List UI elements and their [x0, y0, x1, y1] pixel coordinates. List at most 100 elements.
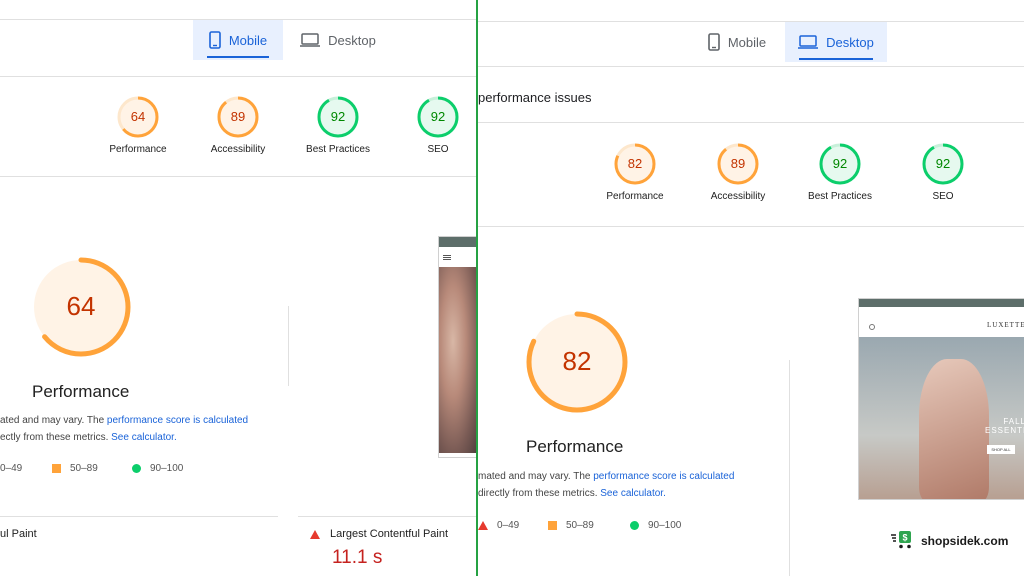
phone-icon: [708, 33, 720, 51]
performance-score-value: 82: [562, 346, 592, 376]
performance-score-value: 64: [66, 291, 96, 321]
tab-mobile[interactable]: Mobile: [193, 20, 283, 60]
performance-title: Performance: [32, 382, 130, 401]
score-label: Performance: [109, 144, 167, 155]
score-label: Accessibility: [710, 191, 766, 202]
circle-icon: [132, 464, 141, 473]
score-best-practices[interactable]: 92 Best Practices: [298, 96, 378, 155]
scores-divider: [0, 176, 476, 177]
score-legend: 0–49 50–89 90–100: [478, 520, 681, 531]
legend-fail: 0–49: [0, 463, 52, 474]
fail-triangle-icon: [310, 530, 320, 539]
monitor-icon: [798, 35, 819, 49]
legend-fail-label: 0–49: [497, 520, 520, 531]
gauge-divider: [288, 306, 289, 386]
tabs-divider: [0, 76, 476, 77]
tab-desktop[interactable]: Desktop: [288, 20, 388, 60]
desktop-report-panel: Mobile Desktop performance issues 82 Per…: [478, 0, 1024, 576]
shopping-cart-icon: $: [891, 529, 915, 552]
desc-text: ectly from these metrics.: [0, 432, 112, 443]
performance-title: Performance: [526, 437, 624, 456]
svg-text:$: $: [902, 533, 907, 543]
legend-pass-label: 90–100: [648, 520, 682, 531]
menu-icon: [443, 255, 451, 256]
legend-pass: 90–100: [630, 520, 681, 531]
circle-icon: [630, 521, 639, 530]
score-best-practices[interactable]: 92 Best Practices: [800, 143, 880, 202]
scores-divider: [478, 226, 1024, 227]
metrics-divider-left: [0, 516, 278, 517]
score-label: SEO: [932, 191, 954, 202]
metric-value-lcp: 11.1 s: [332, 547, 383, 568]
brand-name: shopsidek.com: [921, 533, 1009, 548]
hero-text: FALL ESSENTIALS: [985, 417, 1024, 435]
announcement-bar: [859, 299, 1024, 307]
search-icon: [869, 324, 875, 330]
tab-desktop[interactable]: Desktop: [785, 22, 887, 62]
score-accessibility[interactable]: 89 Accessibility: [198, 96, 278, 155]
legend-pass-label: 90–100: [150, 463, 184, 474]
site-header: LUXETTE: [863, 311, 1024, 333]
hero-figure: [919, 359, 989, 499]
store-name: LUXETTE: [987, 321, 1024, 329]
active-tab-indicator: [799, 58, 873, 60]
score-seo[interactable]: 92 SEO: [903, 143, 983, 202]
announcement-bar: [439, 237, 476, 247]
see-calculator-link[interactable]: See calculator.: [600, 488, 666, 499]
score-value: 92: [832, 156, 848, 171]
score-label: Best Practices: [808, 191, 872, 202]
legend-average: 50–89: [548, 520, 630, 531]
tab-mobile-label: Mobile: [727, 34, 767, 50]
hero-title: FALL: [1003, 417, 1024, 426]
gauge-divider: [789, 360, 790, 576]
legend-average: 50–89: [52, 463, 132, 474]
metrics-divider-right: [298, 516, 476, 517]
score-description: ated and may vary. The performance score…: [0, 412, 248, 446]
score-performance[interactable]: 82 Performance: [595, 143, 675, 202]
legend-pass: 90–100: [132, 463, 183, 474]
hero-image: [439, 267, 476, 453]
performance-score-link[interactable]: performance score is calculated: [107, 415, 248, 426]
square-icon: [548, 521, 557, 530]
triangle-icon: [478, 521, 488, 530]
desc-text: ated and may vary. The: [0, 415, 107, 426]
page-screenshot-thumbnail[interactable]: LUXETTE FALL ESSENTIALS SHOP ALL: [858, 298, 1024, 500]
tab-desktop-label: Desktop: [826, 34, 874, 50]
legend-fail: 0–49: [478, 520, 548, 531]
performance-score-link[interactable]: performance score is calculated: [593, 471, 734, 482]
score-value: 92: [935, 156, 951, 171]
score-accessibility[interactable]: 89 Accessibility: [698, 143, 778, 202]
score-value: 89: [230, 109, 246, 124]
section-title: performance issues: [478, 90, 592, 105]
score-value: 92: [430, 109, 446, 124]
metric-label-fcp: ul Paint: [0, 528, 37, 540]
page-screenshot-thumbnail[interactable]: [438, 236, 476, 458]
legend-average-label: 50–89: [70, 463, 98, 474]
monitor-icon: [300, 33, 321, 47]
score-label: SEO: [427, 144, 449, 155]
metric-label-lcp: Largest Contentful Paint: [330, 528, 449, 540]
mobile-report-panel: Mobile Desktop 64 Performance 89 Accessi…: [0, 0, 476, 576]
desc-text: directly from these metrics.: [478, 488, 601, 499]
see-calculator-link[interactable]: See calculator.: [111, 432, 177, 443]
score-value: 92: [330, 109, 346, 124]
tab-mobile[interactable]: Mobile: [690, 22, 784, 62]
section-divider: [478, 122, 1024, 123]
tab-desktop-label: Desktop: [328, 32, 376, 48]
score-label: Performance: [606, 191, 664, 202]
score-value: 82: [627, 156, 643, 171]
score-value: 64: [130, 109, 146, 124]
score-seo[interactable]: 92 SEO: [398, 96, 476, 155]
score-label: Best Practices: [306, 144, 370, 155]
performance-gauge: 64: [30, 256, 132, 358]
shopsidek-watermark: $ shopsidek.com: [891, 529, 1008, 552]
legend-average-label: 50–89: [566, 520, 594, 531]
performance-gauge: 82: [525, 310, 629, 414]
square-icon: [52, 464, 61, 473]
legend-fail-label: 0–49: [0, 463, 23, 474]
tab-mobile-label: Mobile: [228, 32, 268, 48]
score-performance[interactable]: 64 Performance: [98, 96, 178, 155]
shop-all-button[interactable]: SHOP ALL: [987, 445, 1015, 454]
hero-subtitle: ESSENTIALS: [985, 426, 1024, 435]
score-value: 89: [730, 156, 746, 171]
